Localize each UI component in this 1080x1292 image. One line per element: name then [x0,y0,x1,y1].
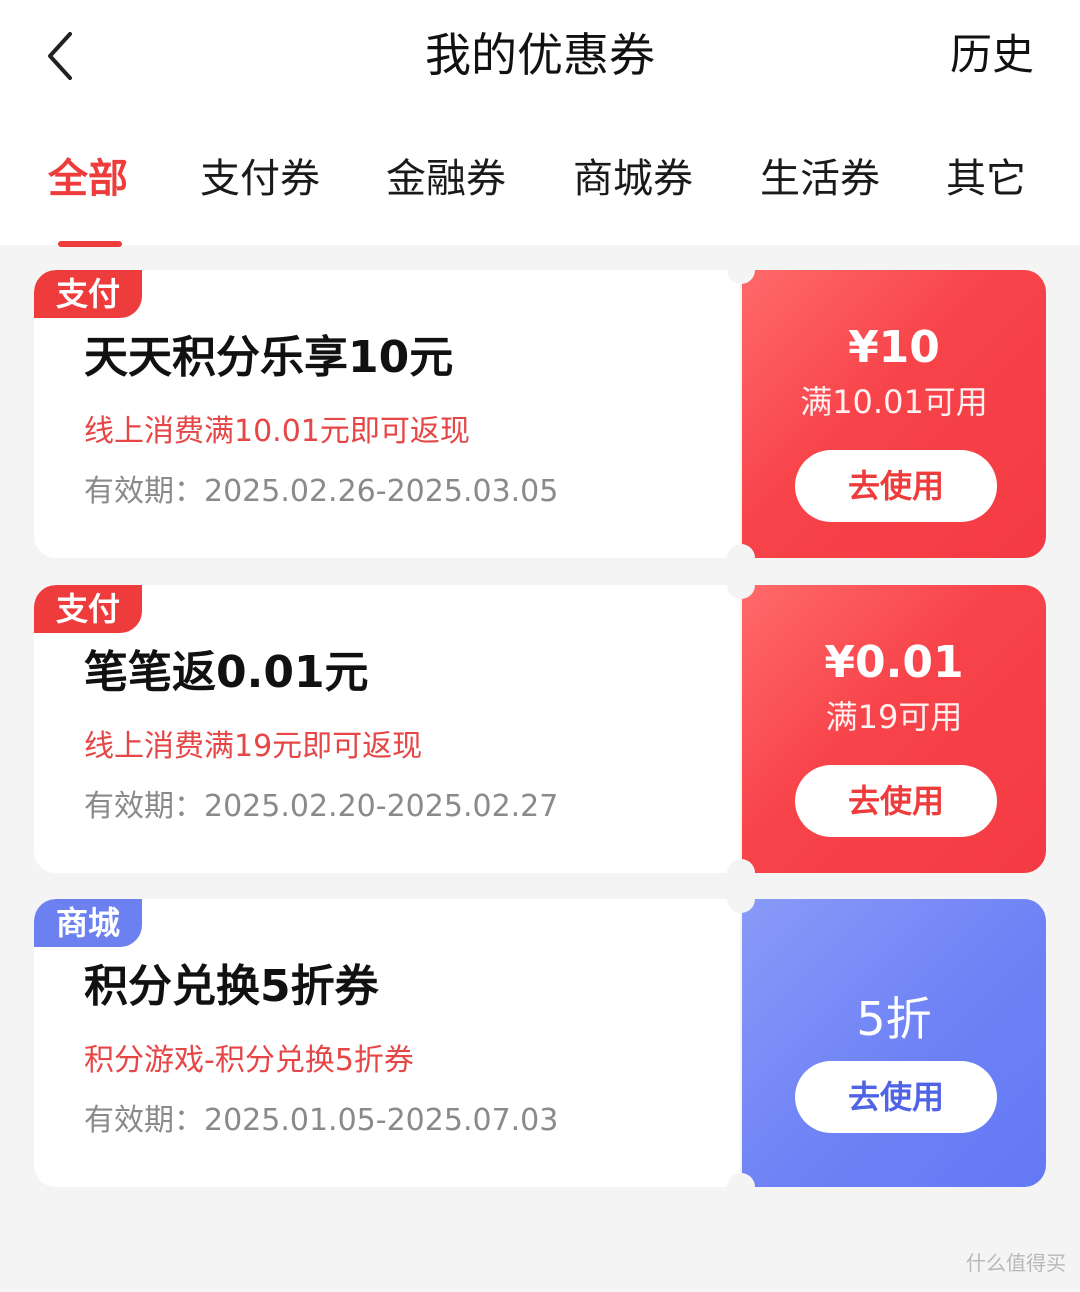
coupon-amount: ¥10 [848,322,940,373]
coupon-info: 商城 积分兑换5折券 积分游戏-积分兑换5折券 有效期：2025.01.05-2… [34,899,740,1187]
coupon-amount: 5折 [856,992,932,1046]
page-title: 我的优惠券 [425,28,655,82]
coupon-title: 笔笔返0.01元 [84,647,369,698]
watermark: 什么值得买 [966,1251,1066,1275]
coupon-validity: 有效期：2025.02.26-2025.03.05 [84,474,559,509]
coupon-notch [727,1173,755,1201]
tab-other[interactable]: 其它 [946,150,1026,208]
tab-payment[interactable]: 支付券 [200,150,320,208]
coupon-card: 支付 笔笔返0.01元 线上消费满19元即可返现 有效期：2025.02.20-… [34,571,1046,887]
tab-mall[interactable]: 商城券 [573,150,693,208]
coupon-validity: 有效期：2025.02.20-2025.02.27 [84,789,559,824]
tab-life[interactable]: 生活券 [760,150,880,208]
coupon-notch [727,256,755,284]
coupon-title: 天天积分乐享10元 [84,332,454,383]
tab-all[interactable]: 全部 [48,150,128,208]
coupon-card: 支付 天天积分乐享10元 线上消费满10.01元即可返现 有效期：2025.02… [34,256,1046,572]
coupon-tag: 支付 [34,270,143,318]
use-coupon-button[interactable]: 去使用 [795,1061,997,1133]
tab-active-indicator [58,241,122,247]
coupon-notch [727,859,755,887]
coupon-notch [727,571,755,599]
coupon-description: 线上消费满10.01元即可返现 [84,414,470,449]
coupon-title: 积分兑换5折券 [84,961,379,1012]
history-button[interactable]: 历史 [950,28,1034,82]
coupon-info: 支付 笔笔返0.01元 线上消费满19元即可返现 有效期：2025.02.20-… [34,585,740,873]
coupon-tag: 商城 [34,899,143,947]
coupon-validity: 有效期：2025.01.05-2025.07.03 [84,1103,559,1138]
use-coupon-button[interactable]: 去使用 [795,765,997,837]
tab-bar: 全部 支付券 金融券 商城券 生活券 其它 [0,150,1080,210]
coupon-condition: 满10.01可用 [800,383,988,421]
coupon-tag: 支付 [34,585,143,633]
coupon-value-panel: 5折 去使用 [742,899,1046,1187]
coupon-card: 商城 积分兑换5折券 积分游戏-积分兑换5折券 有效期：2025.01.05-2… [34,885,1046,1201]
coupon-description: 积分游戏-积分兑换5折券 [84,1043,414,1078]
coupon-amount: ¥0.01 [824,637,964,688]
coupon-notch [727,885,755,913]
coupon-description: 线上消费满19元即可返现 [84,729,423,764]
use-coupon-button[interactable]: 去使用 [795,450,997,522]
coupon-condition: 满19可用 [825,698,963,736]
tab-finance[interactable]: 金融券 [386,150,506,208]
coupon-info: 支付 天天积分乐享10元 线上消费满10.01元即可返现 有效期：2025.02… [34,270,740,558]
header-bar: 我的优惠券 历史 全部 支付券 金融券 商城券 生活券 其它 [0,0,1080,245]
coupon-value-panel: ¥10 满10.01可用 去使用 [742,270,1046,558]
coupon-value-panel: ¥0.01 满19可用 去使用 [742,585,1046,873]
coupon-notch [727,544,755,572]
